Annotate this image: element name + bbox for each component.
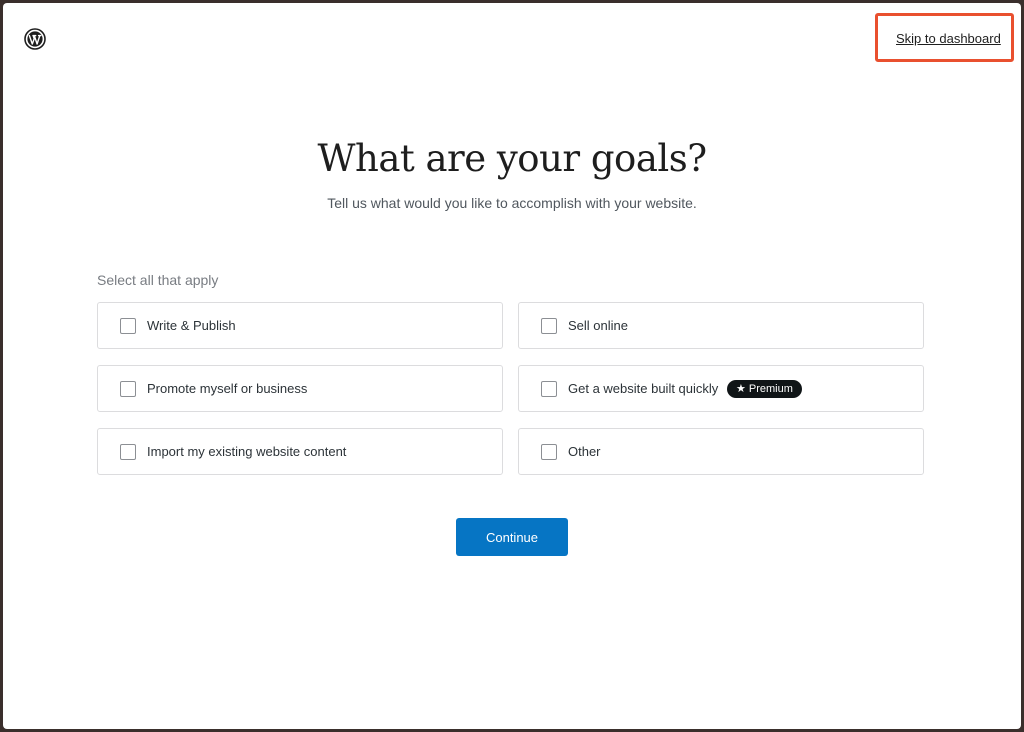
goal-label: Write & Publish <box>147 318 236 333</box>
goal-checkbox[interactable] <box>120 444 136 460</box>
premium-badge-label: Premium <box>748 383 793 395</box>
goal-checkbox[interactable] <box>541 444 557 460</box>
goal-label: Other <box>568 444 601 459</box>
continue-button[interactable]: Continue <box>456 518 568 556</box>
goal-checkbox[interactable] <box>120 381 136 397</box>
goal-option-import[interactable]: Import my existing website content <box>97 428 503 475</box>
page-subtitle: Tell us what would you like to accomplis… <box>327 195 697 211</box>
premium-badge: ★ Premium <box>727 380 802 398</box>
goal-option-write-publish[interactable]: Write & Publish <box>97 302 503 349</box>
goal-checkbox[interactable] <box>541 381 557 397</box>
skip-to-dashboard-link[interactable]: Skip to dashboard <box>896 31 1001 46</box>
select-all-label: Select all that apply <box>97 272 219 288</box>
onboarding-window: Skip to dashboard What are your goals? T… <box>3 3 1021 729</box>
wordpress-logo-icon[interactable] <box>24 28 46 50</box>
goal-option-promote[interactable]: Promote myself or business <box>97 365 503 412</box>
goal-label: Import my existing website content <box>147 444 347 459</box>
goal-checkbox[interactable] <box>120 318 136 334</box>
goal-option-built-quickly[interactable]: Get a website built quickly ★ Premium <box>518 365 924 412</box>
goal-option-sell-online[interactable]: Sell online <box>518 302 924 349</box>
goal-label: Sell online <box>568 318 628 333</box>
goal-checkbox[interactable] <box>541 318 557 334</box>
goal-label: Get a website built quickly <box>568 381 719 396</box>
star-icon: ★ <box>736 383 746 395</box>
goal-option-other[interactable]: Other <box>518 428 924 475</box>
goal-label: Promote myself or business <box>147 381 308 396</box>
page-title: What are your goals? <box>317 137 707 180</box>
